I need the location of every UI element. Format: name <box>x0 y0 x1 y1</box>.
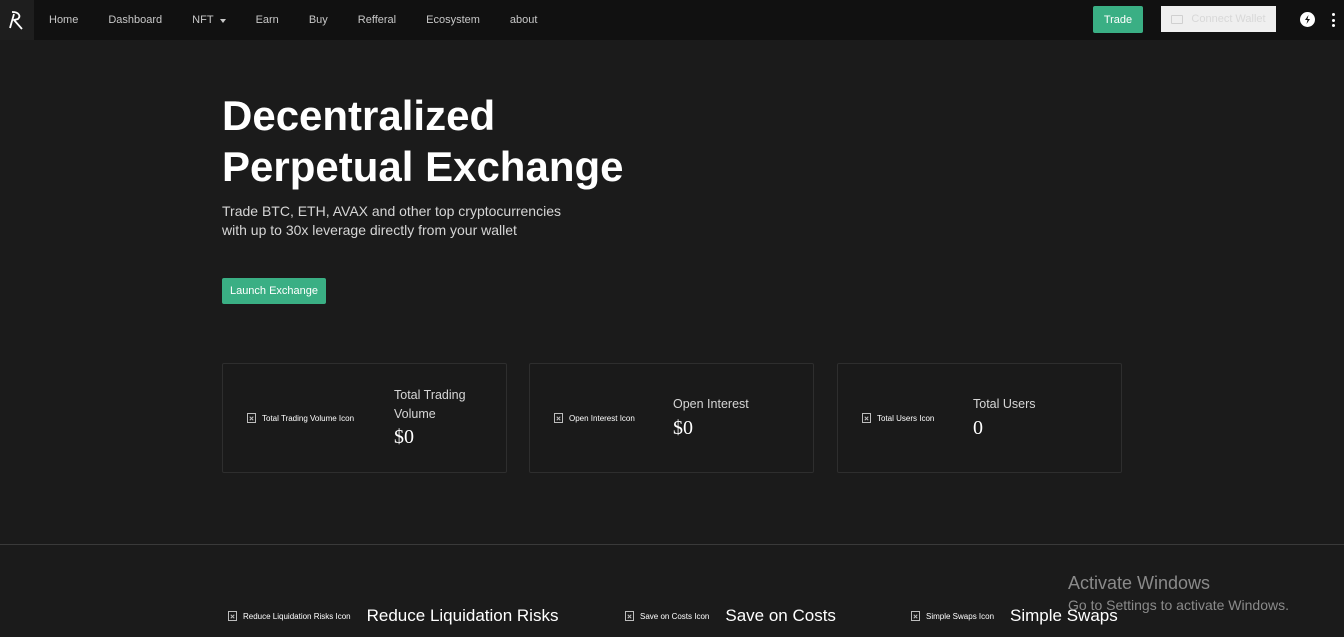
icon-alt-text: Total Users Icon <box>877 413 935 423</box>
top-navbar: Home Dashboard NFT Earn Buy Refferal Eco… <box>0 0 1344 40</box>
broken-image-icon <box>625 611 634 621</box>
total-trading-volume-icon: Total Trading Volume Icon <box>247 413 354 423</box>
stat-card-open-interest: Open Interest Icon Open Interest $0 <box>529 363 814 473</box>
feature-reduce-liquidation-risks: Reduce Liquidation Risks Icon Reduce Liq… <box>228 606 558 626</box>
wallet-icon <box>1171 14 1184 24</box>
nav-ecosystem-link[interactable]: Ecosystem <box>426 14 480 26</box>
nav-home-link[interactable]: Home <box>49 14 78 26</box>
stat-card-trading-volume: Total Trading Volume Icon Total Trading … <box>222 363 507 473</box>
watermark-title: Activate Windows <box>1068 573 1211 593</box>
more-vertical-icon[interactable] <box>1331 13 1335 27</box>
broken-image-icon <box>911 611 920 621</box>
hero-title: Decentralized Perpetual Exchange <box>222 90 742 192</box>
logo-icon[interactable] <box>0 0 34 40</box>
caret-down-icon <box>219 18 226 23</box>
section-divider <box>0 544 1344 545</box>
stat-label: Open Interest <box>673 397 749 411</box>
icon-alt-text: Reduce Liquidation Risks Icon <box>243 611 351 621</box>
reduce-liquidation-risks-icon: Reduce Liquidation Risks Icon <box>228 611 351 621</box>
nav-nft-label: NFT <box>192 14 214 26</box>
nav-nft-dropdown[interactable]: NFT <box>192 14 226 26</box>
nav-earn-link[interactable]: Earn <box>256 14 279 26</box>
simple-swaps-icon: Simple Swaps Icon <box>911 611 994 621</box>
total-users-icon: Total Users Icon <box>862 413 934 423</box>
activate-windows-watermark: Activate Windows Go to Settings to activ… <box>1068 572 1289 614</box>
broken-image-icon <box>228 611 237 621</box>
hero-subtitle: Trade BTC, ETH, AVAX and other top crypt… <box>222 203 561 238</box>
feature-save-on-costs: Save on Costs Icon Save on Costs <box>625 606 836 626</box>
stat-value: $0 <box>394 426 414 448</box>
feature-title: Save on Costs <box>725 606 836 625</box>
stat-label: Total Users <box>973 397 1036 411</box>
trade-button[interactable]: Trade <box>1093 6 1143 33</box>
stat-card-total-users: Total Users Icon Total Users 0 <box>837 363 1122 473</box>
nav-buy-link[interactable]: Buy <box>309 14 328 26</box>
icon-alt-text: Save on Costs Icon <box>640 611 710 621</box>
icon-alt-text: Simple Swaps Icon <box>926 611 995 621</box>
stat-label: Total Trading Volume <box>394 388 466 421</box>
connect-wallet-label: Connect Wallet <box>1191 13 1266 25</box>
theme-toggle-icon[interactable] <box>1300 12 1315 27</box>
connect-wallet-button[interactable]: Connect Wallet <box>1161 6 1276 32</box>
icon-alt-text: Open Interest Icon <box>569 413 635 423</box>
nav-about-link[interactable]: about <box>510 14 538 26</box>
icon-alt-text: Total Trading Volume Icon <box>262 413 355 423</box>
nav-dashboard-link[interactable]: Dashboard <box>108 14 162 26</box>
broken-image-icon <box>554 413 563 423</box>
broken-image-icon <box>247 413 256 423</box>
nav-refferal-link[interactable]: Refferal <box>358 14 396 26</box>
save-on-costs-icon: Save on Costs Icon <box>625 611 709 621</box>
stat-value: $0 <box>673 417 693 439</box>
nav-links: Home Dashboard NFT Earn Buy Refferal Eco… <box>49 14 537 26</box>
launch-exchange-button[interactable]: Launch Exchange <box>222 278 326 304</box>
feature-title: Reduce Liquidation Risks <box>366 606 559 625</box>
open-interest-icon: Open Interest Icon <box>554 413 635 423</box>
broken-image-icon <box>862 413 871 423</box>
stat-value: 0 <box>973 417 983 439</box>
watermark-subtitle: Go to Settings to activate Windows. <box>1068 597 1289 613</box>
hero-title-line1: Decentralized <box>222 92 496 139</box>
hero-title-line2: Perpetual Exchange <box>222 143 624 190</box>
